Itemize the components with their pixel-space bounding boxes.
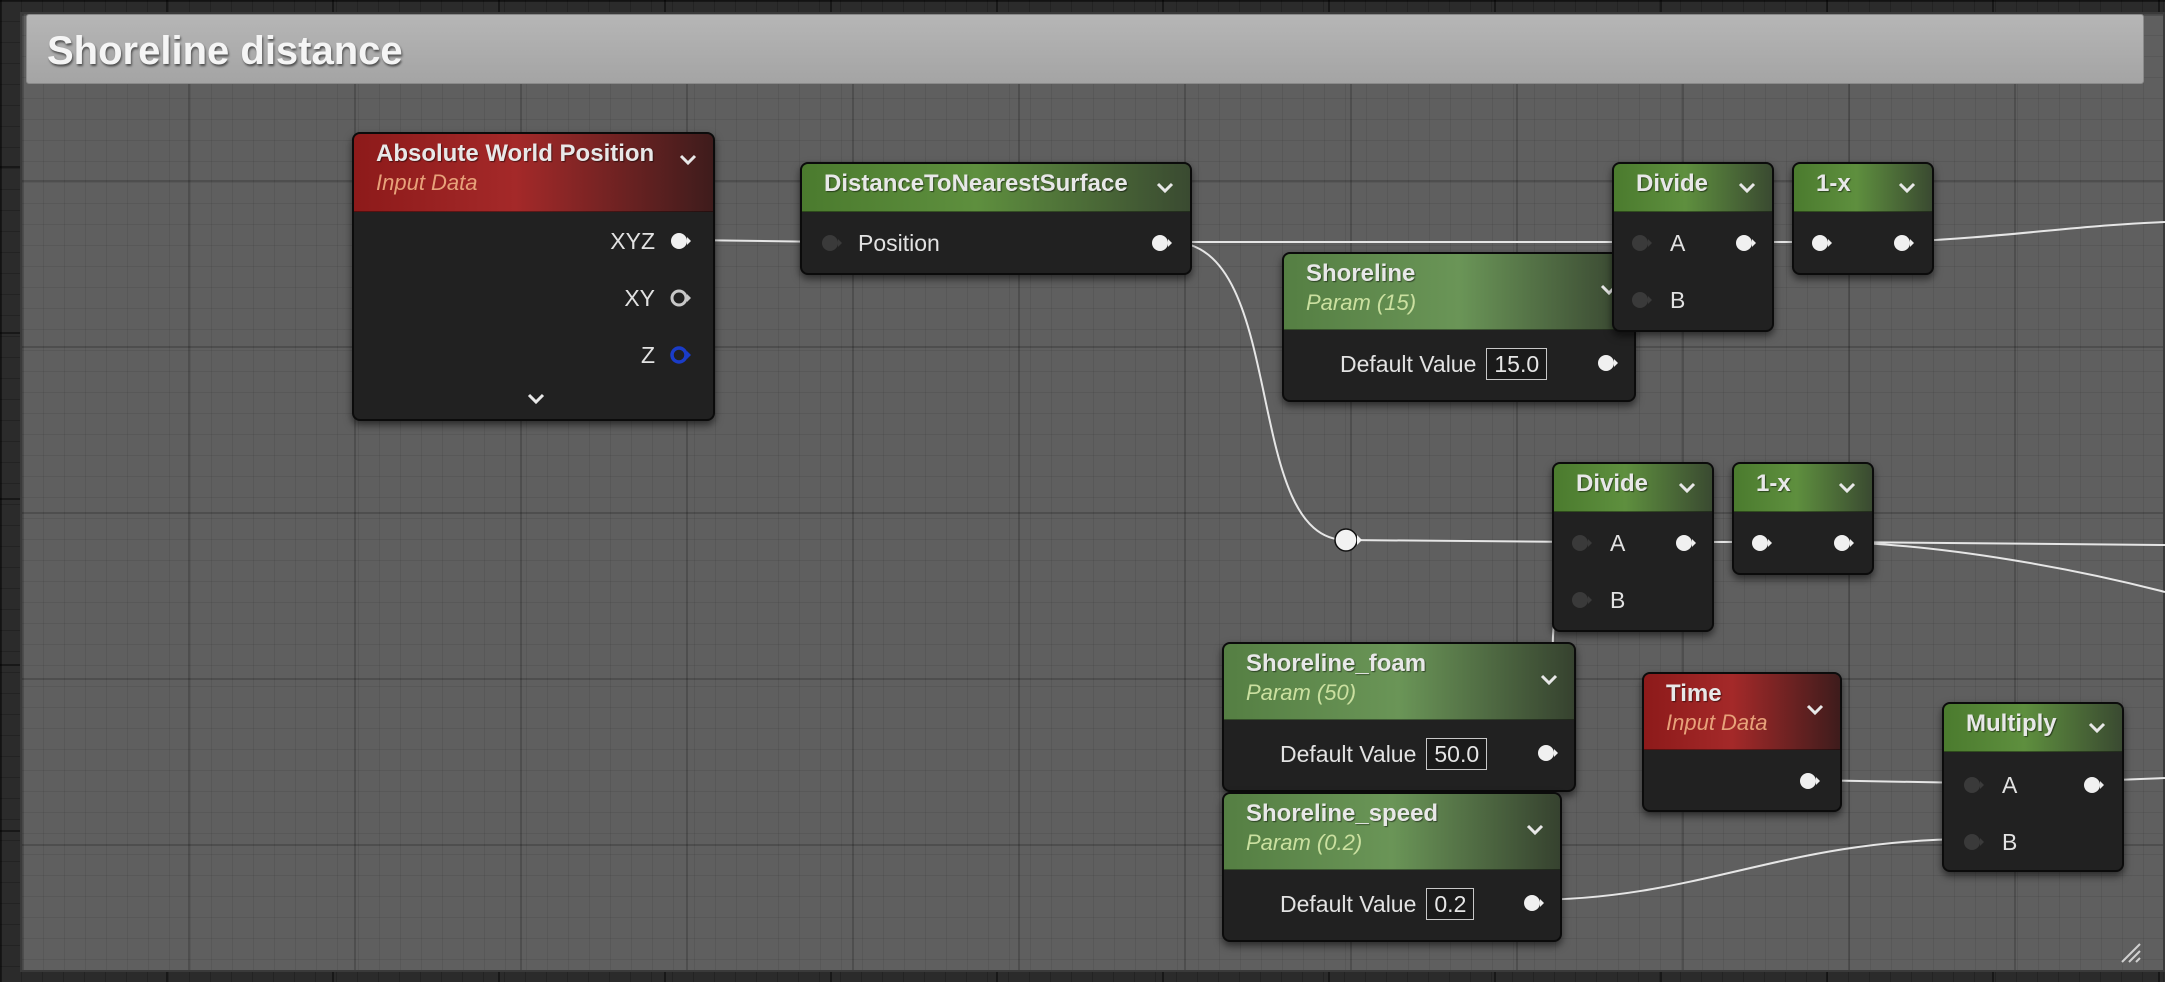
node-header[interactable]: Divide [1614,164,1772,212]
output-pin[interactable] [1734,232,1756,254]
node-header[interactable]: Shoreline_speed Param (0.2) [1224,794,1560,870]
default-value-row: Default Value 15.0 [1340,348,1548,380]
comment-title: Shoreline distance [47,29,403,73]
input-label-b: B [1610,587,1626,613]
input-label-a: A [1670,230,1686,256]
resize-grip-icon[interactable] [2118,940,2142,964]
node-title: 1-x [1756,470,1791,497]
input-pin-b[interactable] [1630,289,1652,311]
node-header[interactable]: DistanceToNearestSurface [802,164,1190,212]
node-header[interactable]: 1-x [1794,164,1932,212]
input-label-b: B [2002,829,2018,855]
node-title: DistanceToNearestSurface [824,170,1128,197]
node-header[interactable]: Divide [1554,464,1712,512]
node-subtitle: Input Data [376,170,478,195]
output-pin[interactable] [1536,742,1558,764]
node-subtitle: Input Data [1666,710,1768,735]
node-multiply[interactable]: Multiply A B [1942,702,2124,872]
node-title: Shoreline_speed [1246,800,1439,827]
chevron-down-icon[interactable] [1676,476,1698,498]
chevron-down-icon[interactable] [525,388,547,410]
output-pin[interactable] [1522,892,1544,914]
node-subtitle: Param (15) [1306,290,1417,315]
chevron-down-icon[interactable] [1538,668,1560,690]
node-one-minus-x-2[interactable]: 1-x [1732,462,1874,575]
input-label-b: B [1670,287,1686,313]
node-time[interactable]: Time Input Data [1642,672,1842,812]
output-label-xyz: XYZ [610,228,655,254]
output-label-xy: XY [624,285,655,311]
chevron-down-icon[interactable] [1736,176,1758,198]
default-value-label: Default Value [1280,741,1417,767]
chevron-down-icon[interactable] [1836,476,1858,498]
node-title: Multiply [1966,710,2057,737]
input-label-a: A [2002,772,2018,798]
node-header[interactable]: Shoreline_foam Param (50) [1224,644,1574,720]
input-pin-b[interactable] [1570,589,1592,611]
node-shoreline-speed-param[interactable]: Shoreline_speed Param (0.2) Default Valu… [1222,792,1562,942]
node-shoreline-param[interactable]: Shoreline Param (15) Default Value 15.0 [1282,252,1636,402]
input-pin-a[interactable] [1630,232,1652,254]
input-label-position: Position [858,230,940,256]
output-pin[interactable] [1150,232,1172,254]
node-header[interactable]: Shoreline Param (15) [1284,254,1634,330]
node-absolute-world-position[interactable]: Absolute World Position Input Data XYZ X… [352,132,715,421]
default-value-input[interactable]: 15.0 [1486,348,1548,380]
input-pin-position[interactable] [820,232,842,254]
node-header[interactable]: 1-x [1734,464,1872,512]
default-value-label: Default Value [1280,891,1417,917]
input-pin-a[interactable] [1962,774,1984,796]
output-pin[interactable] [1798,770,1820,792]
comment-header[interactable]: Shoreline distance [26,14,2144,84]
input-pin-b[interactable] [1962,831,1984,853]
material-graph-canvas[interactable]: Shoreline distance Absolute World Positi… [0,0,2165,982]
node-divide-1[interactable]: Divide A B [1612,162,1774,332]
chevron-down-icon[interactable] [1804,698,1826,720]
node-shoreline-foam-param[interactable]: Shoreline_foam Param (50) Default Value 5… [1222,642,1576,792]
node-title: Divide [1576,470,1649,497]
node-divide-2[interactable]: Divide A B [1552,462,1714,632]
node-distance-to-nearest-surface[interactable]: DistanceToNearestSurface Position [800,162,1192,275]
node-title: Shoreline [1306,260,1416,287]
chevron-down-icon[interactable] [677,148,699,170]
default-value-row: Default Value 50.0 [1280,738,1488,770]
default-value-input[interactable]: 50.0 [1426,738,1488,770]
node-title: Shoreline_foam [1246,650,1427,677]
input-pin[interactable] [1810,232,1832,254]
node-title: 1-x [1816,170,1851,197]
output-pin-z[interactable] [669,344,691,366]
chevron-down-icon[interactable] [2086,716,2108,738]
default-value-label: Default Value [1340,351,1477,377]
output-pin[interactable] [1832,532,1854,554]
output-pin-xy[interactable] [669,287,691,309]
input-label-a: A [1610,530,1626,556]
node-one-minus-x-1[interactable]: 1-x [1792,162,1934,275]
node-title: Absolute World Position [376,140,655,167]
default-value-input[interactable]: 0.2 [1426,888,1475,920]
chevron-down-icon[interactable] [1154,176,1176,198]
input-pin-a[interactable] [1570,532,1592,554]
output-pin[interactable] [1892,232,1914,254]
output-pin-xyz[interactable] [669,230,691,252]
output-label-z: Z [640,342,655,368]
input-pin[interactable] [1750,532,1772,554]
default-value-row: Default Value 0.2 [1280,888,1475,920]
node-header[interactable]: Absolute World Position Input Data [354,134,713,212]
node-title: Divide [1636,170,1709,197]
output-pin[interactable] [1674,532,1696,554]
node-title: Time [1666,680,1722,707]
node-header[interactable]: Multiply [1944,704,2122,752]
output-pin[interactable] [2082,774,2104,796]
node-header[interactable]: Time Input Data [1644,674,1840,750]
chevron-down-icon[interactable] [1896,176,1918,198]
node-subtitle: Param (0.2) [1246,830,1363,855]
output-pin[interactable] [1596,352,1618,374]
node-subtitle: Param (50) [1246,680,1357,705]
chevron-down-icon[interactable] [1524,818,1546,840]
